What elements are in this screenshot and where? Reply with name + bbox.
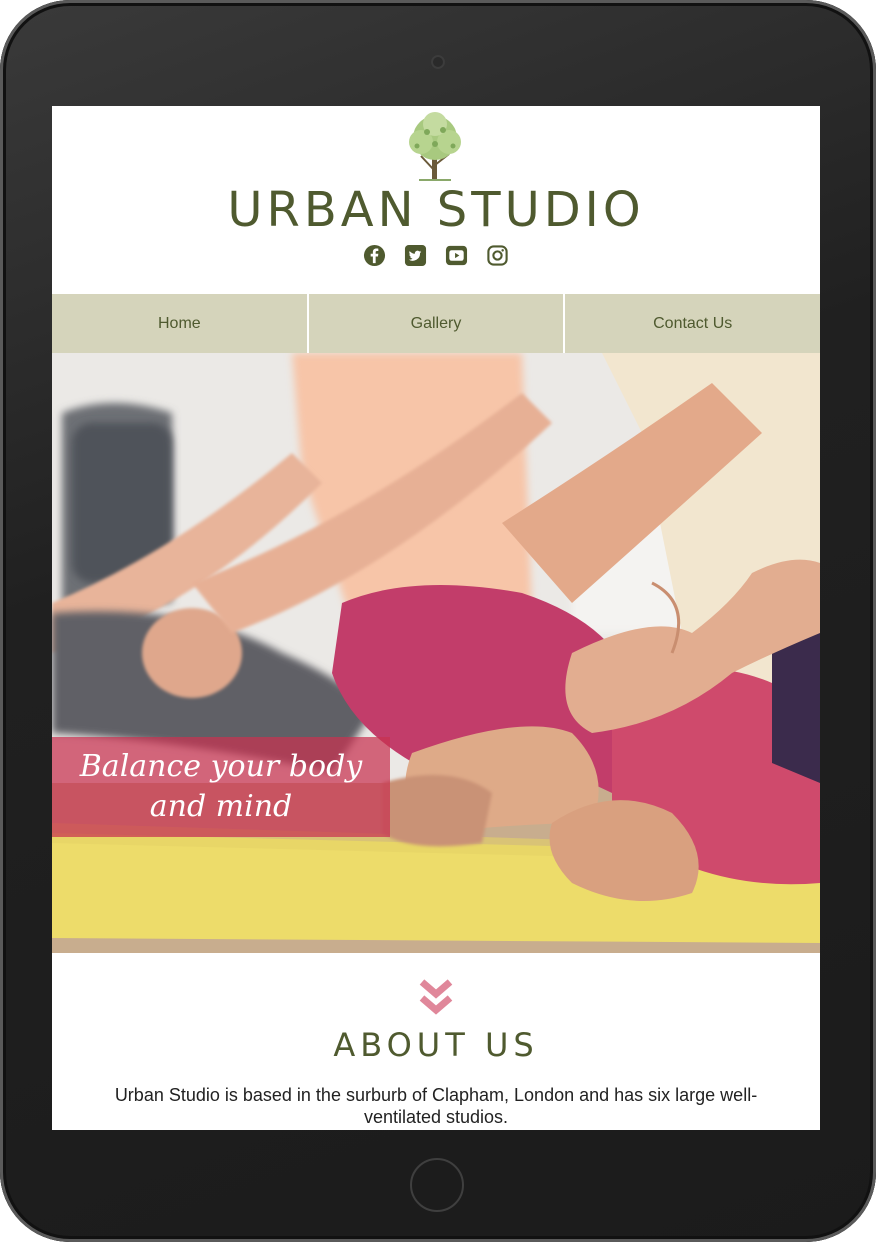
chevron-double-down-icon[interactable]	[418, 978, 454, 1018]
tagline-text: Balance your body and mind	[79, 749, 363, 824]
nav-item-contact-us[interactable]: Contact Us	[565, 294, 820, 353]
screen: URBAN STUDIO Home Gallery Contact Us Bal…	[52, 106, 820, 1130]
nav-item-home[interactable]: Home	[52, 294, 307, 353]
twitter-icon[interactable]	[404, 244, 427, 267]
instagram-icon[interactable]	[486, 244, 509, 267]
social-links	[52, 244, 820, 270]
camera-icon	[431, 55, 445, 69]
tree-logo-icon	[409, 112, 461, 181]
home-button[interactable]	[410, 1158, 464, 1212]
main-nav: Home Gallery Contact Us	[52, 294, 820, 353]
youtube-icon[interactable]	[445, 244, 468, 267]
site-title: URBAN STUDIO	[227, 182, 645, 238]
hero-image: Balance your body and mind	[52, 353, 820, 953]
yoga-photo	[52, 353, 820, 953]
site-header: URBAN STUDIO	[52, 106, 820, 294]
about-text: Urban Studio is based in the surburb of …	[114, 1085, 758, 1127]
about-title: ABOUT US	[333, 1026, 539, 1064]
tablet-frame: URBAN STUDIO Home Gallery Contact Us Bal…	[0, 0, 876, 1242]
facebook-icon[interactable]	[363, 244, 386, 267]
tagline-banner: Balance your body and mind	[52, 737, 390, 837]
nav-item-gallery[interactable]: Gallery	[308, 294, 564, 353]
